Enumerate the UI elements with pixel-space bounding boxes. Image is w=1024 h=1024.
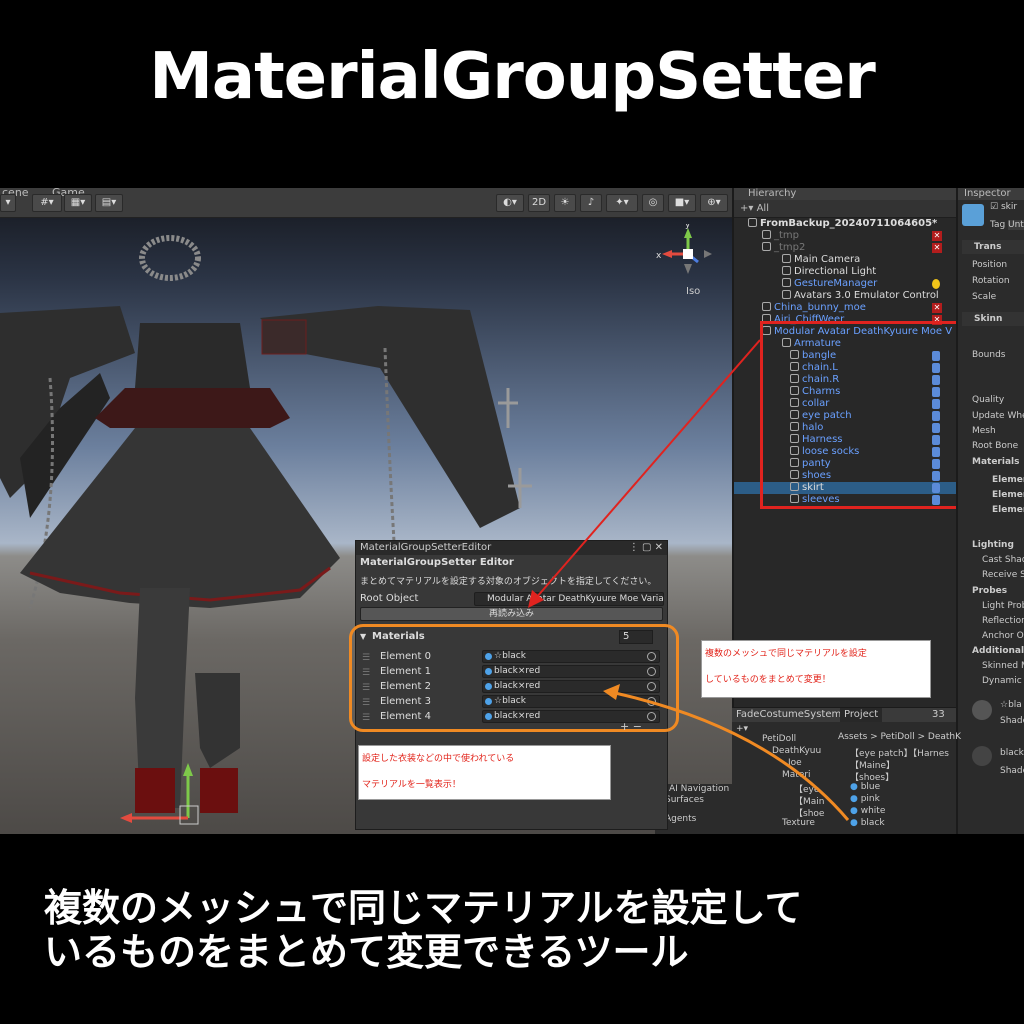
caption-line-1: 複数のメッシュで同じマテリアルを設定して xyxy=(44,886,803,930)
orange-arrowhead-icon xyxy=(603,684,620,700)
orange-arrow xyxy=(614,691,850,821)
annotation-arrows xyxy=(528,339,850,821)
page-title: MaterialGroupSetter xyxy=(149,40,876,114)
red-arrow xyxy=(535,339,761,599)
caption: 複数のメッシュで同じマテリアルを設定して いるものをまとめて変更できるツール xyxy=(44,886,1004,974)
unity-screenshot: cene Game ▾ #▾ ▦▾ ▤▾ ◐▾ 2D ☀ ♪ ✦▾ ◎ ■▾ ⊕… xyxy=(0,188,1024,834)
caption-line-2: いるものをまとめて変更できるツール xyxy=(44,930,689,974)
